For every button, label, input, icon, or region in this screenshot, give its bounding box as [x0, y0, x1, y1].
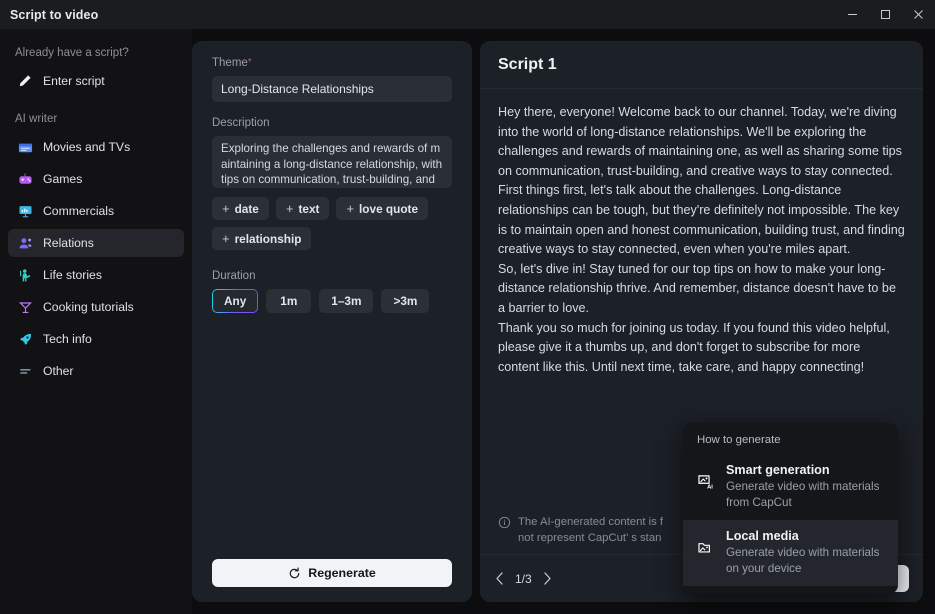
person-walking-icon: [17, 267, 33, 283]
sidebar-item-label: Life stories: [43, 268, 102, 282]
sidebar-item-label: Commercials: [43, 204, 115, 218]
popup-item-name: Smart generation: [726, 463, 830, 477]
sidebar-item-commercials[interactable]: Commercials: [8, 197, 184, 225]
popup-item-text: Smart generation Generate video with mat…: [726, 463, 884, 510]
presentation-chart-icon: [17, 203, 33, 219]
duration-option-over-3m[interactable]: >3m: [381, 289, 430, 313]
how-to-generate-popup: How to generate AI Smart generation Gene…: [683, 423, 898, 595]
lines-icon: [17, 363, 33, 379]
theme-required-mark: *: [247, 57, 252, 68]
chevron-right-icon: [544, 572, 551, 585]
tag-chips: + date + text + love quote + relationshi…: [212, 197, 452, 250]
sidebar-item-tech-info[interactable]: Tech info: [8, 325, 184, 353]
theme-label-text: Theme: [212, 57, 248, 69]
sidebar-item-movies-and-tvs[interactable]: Movies and TVs: [8, 133, 184, 161]
duration-section: Duration Any 1m 1–3m >3m: [212, 270, 452, 313]
sidebar-item-other[interactable]: Other: [8, 357, 184, 385]
sidebar-item-label: Tech info: [43, 332, 92, 346]
minimize-icon: [848, 14, 857, 15]
pencil-icon: [17, 73, 33, 89]
refresh-icon: [289, 566, 300, 578]
sidebar-divider-space: [8, 99, 184, 109]
window-title: Script to video: [10, 7, 99, 22]
tag-chip-text[interactable]: + text: [275, 197, 330, 220]
form-panel: Theme* Description Exploring the challen…: [192, 41, 472, 602]
duration-label: Duration: [212, 270, 256, 282]
sidebar-section-ai: AI writer: [15, 113, 58, 125]
ai-media-icon: AI: [697, 473, 715, 496]
description-input[interactable]: Exploring the challenges and rewards of …: [212, 136, 452, 188]
duration-options: Any 1m 1–3m >3m: [212, 289, 452, 313]
sidebar-item-label: Cooking tutorials: [43, 300, 134, 314]
sidebar-item-cooking-tutorials[interactable]: Cooking tutorials: [8, 293, 184, 321]
pagination: 1/3: [492, 572, 555, 586]
plus-icon: +: [285, 201, 294, 216]
gamepad-icon: [17, 171, 33, 187]
cocktail-glass-icon: [17, 299, 33, 315]
plus-icon: +: [346, 201, 355, 216]
prev-page-button[interactable]: [492, 572, 506, 585]
description-label: Description: [212, 117, 270, 129]
tag-chip-label: relationship: [234, 231, 302, 246]
tag-chip-love-quote[interactable]: + love quote: [336, 197, 429, 220]
script-panel-header: Script 1: [480, 41, 923, 89]
svg-text:AI: AI: [707, 485, 713, 491]
maximize-icon: [881, 10, 890, 19]
page-indicator: 1/3: [515, 571, 532, 586]
tag-chip-label: date: [234, 201, 259, 216]
duration-option-1-3m[interactable]: 1–3m: [319, 289, 374, 313]
chevron-left-icon: [495, 572, 503, 585]
minimize-button[interactable]: [836, 0, 869, 29]
clapperboard-icon: [17, 139, 33, 155]
theme-label: Theme*: [212, 57, 452, 69]
plus-icon: +: [222, 201, 230, 216]
sidebar-item-label: Relations: [43, 236, 94, 250]
sidebar-item-relations[interactable]: Relations: [8, 229, 184, 257]
rocket-icon: [17, 331, 33, 347]
script-title: Script 1: [498, 55, 557, 73]
close-icon: [914, 10, 923, 19]
popup-item-text: Local media Generate video with material…: [726, 529, 884, 576]
sidebar-item-label: Games: [43, 172, 83, 186]
sidebar-item-label: Enter script: [43, 74, 105, 88]
sidebar-section-existing: Already have a script?: [15, 47, 129, 59]
info-icon: [498, 516, 511, 529]
sidebar-item-life-stories[interactable]: Life stories: [8, 261, 184, 289]
people-icon: [17, 235, 33, 251]
maximize-button[interactable]: [869, 0, 902, 29]
title-bar: Script to video: [0, 0, 935, 29]
plus-icon: +: [222, 231, 230, 246]
close-button[interactable]: [902, 0, 935, 29]
popup-item-subtitle: Generate video with materials on your de…: [726, 546, 880, 575]
sidebar: Already have a script? Enter script AI w…: [0, 29, 192, 614]
script-text: Hey there, everyone! Welcome back to our…: [498, 105, 905, 374]
theme-input[interactable]: [212, 76, 452, 102]
popup-item-smart-generation[interactable]: AI Smart generation Generate video with …: [683, 454, 898, 520]
sidebar-item-label: Movies and TVs: [43, 140, 131, 154]
ai-disclaimer-text: The AI-generated content is f not repres…: [518, 516, 664, 544]
tag-chip-label: text: [298, 201, 320, 216]
popup-title: How to generate: [697, 434, 781, 446]
next-page-button[interactable]: [541, 572, 555, 585]
duration-option-1m[interactable]: 1m: [266, 289, 312, 313]
popup-item-subtitle: Generate video with materials from CapCu…: [726, 480, 880, 509]
folder-media-icon: [697, 539, 715, 562]
app-body: Already have a script? Enter script AI w…: [0, 29, 935, 614]
regenerate-label: Regenerate: [308, 566, 376, 580]
popup-item-local-media[interactable]: Local media Generate video with material…: [683, 520, 898, 587]
tag-chip-label: love quote: [359, 201, 419, 216]
regenerate-button[interactable]: Regenerate: [212, 559, 452, 587]
sidebar-item-enter-script[interactable]: Enter script: [8, 67, 184, 95]
tag-chip-date[interactable]: + date: [212, 197, 269, 220]
sidebar-item-label: Other: [43, 364, 74, 378]
window-controls: [836, 0, 935, 29]
popup-item-name: Local media: [726, 529, 799, 544]
sidebar-item-games[interactable]: Games: [8, 165, 184, 193]
tag-chip-relationship[interactable]: + relationship: [212, 227, 312, 250]
duration-option-any[interactable]: Any: [212, 289, 259, 313]
regenerate-container: Regenerate: [212, 559, 452, 587]
